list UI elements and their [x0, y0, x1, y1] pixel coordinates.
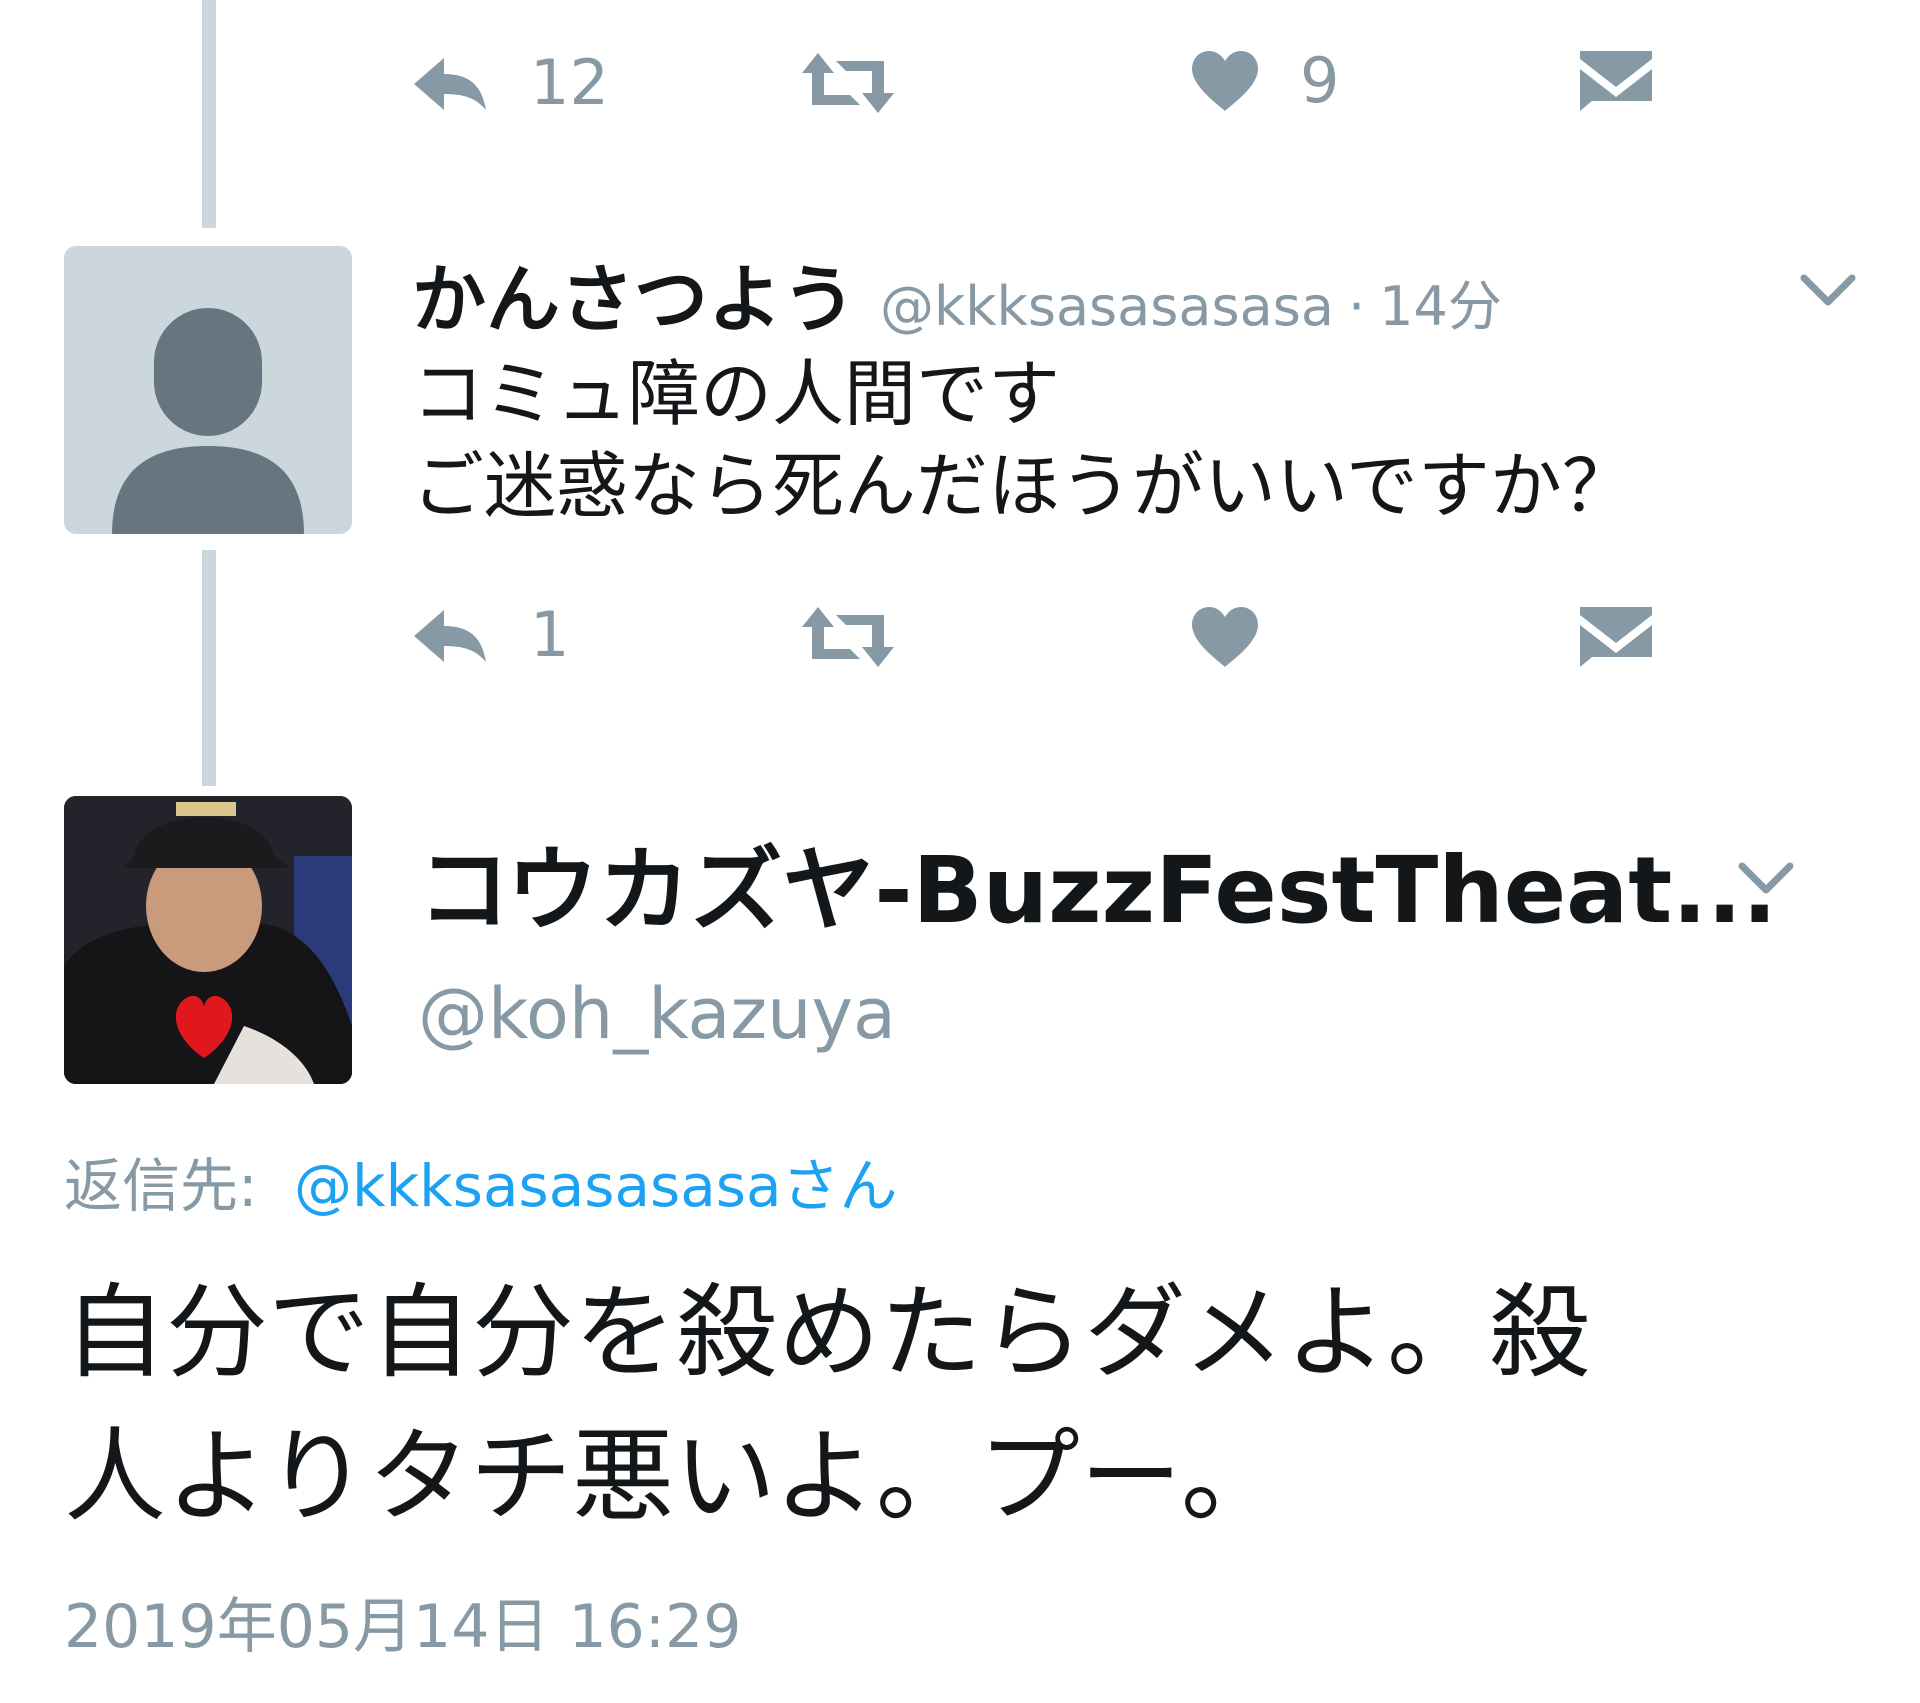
- profile-photo-icon: [64, 796, 352, 1084]
- avatar-default[interactable]: [64, 246, 352, 534]
- dm-button[interactable]: [1578, 46, 1654, 116]
- thread-line-middle: [202, 550, 216, 786]
- dm-button[interactable]: [1578, 602, 1654, 672]
- reply-to-line: 返信先: @kkksasasasasaさん: [64, 1150, 898, 1222]
- envelope-icon: [1580, 607, 1652, 667]
- display-name[interactable]: コウカズヤ-BuzzFestTheat...: [418, 836, 1777, 946]
- like-button[interactable]: 9: [1190, 46, 1339, 116]
- retweet-button[interactable]: [800, 48, 896, 118]
- user-handle[interactable]: @koh_kazuya: [418, 972, 896, 1056]
- reply-count: 1: [530, 598, 570, 671]
- retweet-icon: [802, 53, 894, 113]
- heart-icon: [1192, 607, 1258, 667]
- chevron-down-icon[interactable]: [1800, 272, 1856, 308]
- reply-to-label: 返信先:: [64, 1152, 258, 1220]
- separator-dot: ·: [1347, 275, 1366, 338]
- avatar-photo[interactable]: [64, 796, 352, 1084]
- envelope-icon: [1580, 51, 1652, 111]
- reply-button[interactable]: 12: [410, 48, 609, 118]
- tweet-timestamp[interactable]: 2019年05月14日 16:29: [64, 1590, 741, 1664]
- reply-to-handle-link[interactable]: @kkksasasasasaさん: [294, 1152, 898, 1220]
- user-handle[interactable]: @kkksasasasasa: [880, 275, 1334, 338]
- display-name[interactable]: かんさつよう: [412, 240, 856, 347]
- retweet-icon: [802, 607, 894, 667]
- tweet-text-line: 人よりタチ悪いよ。プー。: [64, 1418, 1283, 1537]
- time-ago[interactable]: 14分: [1379, 262, 1502, 341]
- tweet2-header: かんさつよう @kkksasasasasa · 14分: [412, 240, 1502, 343]
- tweet2-text: コミュ障の人間です ご迷惑なら死んだほうがいいですか？: [412, 348, 1634, 532]
- thread-line-top: [202, 0, 216, 228]
- reply-icon: [414, 58, 486, 110]
- heart-icon: [1192, 51, 1258, 111]
- default-avatar-icon: [112, 308, 304, 534]
- reply-count: 12: [530, 46, 609, 119]
- reply-icon: [414, 610, 486, 662]
- like-button[interactable]: [1190, 602, 1260, 672]
- reply-button[interactable]: 1: [410, 600, 569, 670]
- tweet3-text: 自分で自分を殺めたらダメよ。殺 人よりタチ悪いよ。プー。: [64, 1262, 1591, 1550]
- like-count: 9: [1300, 44, 1340, 117]
- tweet-text-line: コミュ障の人間です: [412, 352, 1061, 436]
- chevron-down-icon[interactable]: [1738, 860, 1794, 896]
- tweet-text-line: 自分で自分を殺めたらダメよ。殺: [64, 1274, 1591, 1393]
- retweet-button[interactable]: [800, 602, 896, 672]
- tweet-text-line: ご迷惑なら死んだほうがいいですか？: [412, 444, 1634, 528]
